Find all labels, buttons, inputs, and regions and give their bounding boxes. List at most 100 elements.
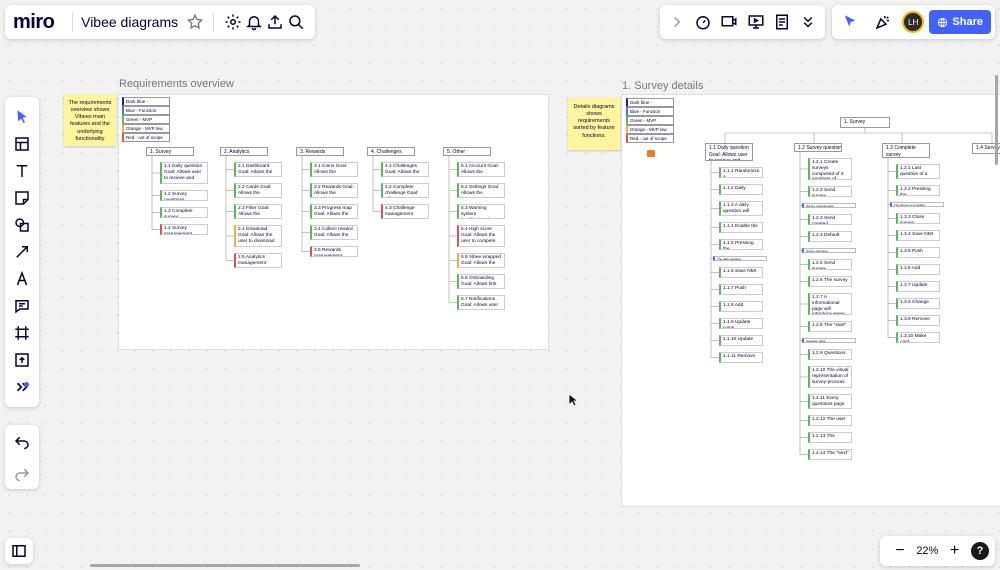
comment-tool-icon[interactable] [8, 293, 36, 320]
frame-title-requirements[interactable]: Requirements overview [119, 78, 234, 90]
orange-marker[interactable] [647, 150, 655, 157]
requirement-node[interactable]: 1.2.11 Every questions page [808, 394, 852, 409]
requirement-node[interactable]: 4.3 Challenge management [381, 204, 429, 219]
function-group-label[interactable]: Question page [802, 338, 856, 343]
requirement-node[interactable]: 1.2.14 The "next" [808, 449, 852, 460]
diagram-column-header[interactable]: 1.2 Survey questions [794, 143, 842, 152]
upload-icon[interactable] [265, 8, 286, 36]
requirement-node[interactable]: 3.2 Rewards Goal: Allows the [310, 183, 358, 198]
requirement-node[interactable]: 1.2.3 Send created [808, 214, 852, 225]
requirement-node[interactable]: 1.3.3 Close survey [896, 213, 940, 224]
requirement-node[interactable]: 1.3.9 Remove [896, 315, 940, 326]
requirement-node[interactable]: 1.2.7 A informational page will introduc… [808, 293, 852, 315]
requirement-node[interactable]: 1.1.11 Remove [719, 352, 763, 363]
legend[interactable]: Dark blue - Blue - Function Green - MVP … [626, 98, 674, 143]
requirement-node[interactable]: 1.2.8 The "start" [808, 321, 852, 332]
requirement-node[interactable]: 1.2.10 The visual representation of surv… [808, 366, 852, 388]
requirement-node[interactable]: 1.4 Survey management [160, 224, 208, 235]
frame-tool-icon[interactable] [8, 320, 36, 347]
redo-icon[interactable] [8, 459, 36, 487]
diagram-column-header[interactable]: 3. Rewards [296, 147, 344, 156]
requirement-node[interactable]: 5.5 Vibee wrapped Goal: Allows the [457, 253, 505, 268]
requirement-node[interactable]: 4.1 Challenges Goal: Allows the [381, 162, 429, 177]
select-tool-icon[interactable] [8, 103, 36, 130]
requirement-node[interactable]: 1.1.4 Enable the [719, 222, 763, 233]
chevron-right-icon[interactable] [664, 8, 690, 36]
requirement-node[interactable]: 1.1.10 Update [719, 335, 763, 346]
sticky-note-details[interactable]: Details diagrams shows requirements sort… [568, 98, 620, 150]
requirement-node[interactable]: 1.1 Daily question Goal: Allows user to … [160, 162, 208, 184]
zoom-level[interactable]: 22% [916, 545, 938, 557]
function-group-label[interactable]: Survey requirements [802, 203, 856, 208]
zoom-out-button[interactable]: − [886, 537, 914, 565]
timer-icon[interactable] [690, 8, 716, 36]
requirement-node[interactable]: 3.5 Rewards management [310, 246, 358, 257]
requirement-node[interactable]: 1.3.10 Make card [896, 332, 940, 343]
requirement-node[interactable]: 2.4 Download Goal: Allows the user to do… [234, 225, 282, 247]
requirement-node[interactable]: 1.2.6 The survey [808, 276, 852, 287]
vertical-scrollbar[interactable] [995, 75, 998, 165]
requirement-node[interactable]: 1.1.3 A daily question will contain: [719, 201, 763, 216]
present-icon[interactable] [743, 8, 769, 36]
requirement-node[interactable]: 5.3 Warning system (notifications) [457, 204, 505, 219]
requirement-node[interactable]: 1.2 Survey questions [160, 190, 208, 201]
requirement-node[interactable]: 1.2.9 Questions [808, 349, 852, 360]
table-tool-icon[interactable] [8, 130, 36, 157]
frame-requirements-overview[interactable] [119, 95, 548, 349]
requirement-node[interactable]: 2.3 Filter Goal: Allows the [234, 204, 282, 219]
board-title[interactable]: Vibee diagrams [81, 14, 178, 30]
miro-logo[interactable]: miro [13, 11, 55, 34]
function-group-label[interactable]: The survey is complete [890, 202, 944, 207]
requirement-node[interactable]: 2.5 Analytics management [234, 253, 282, 268]
text-tool-icon[interactable] [8, 157, 36, 184]
share-button[interactable]: Share [929, 10, 991, 34]
function-group-label[interactable]: Survey structure [802, 248, 856, 253]
requirement-node[interactable]: 3.3 Progress map Goal: Allows the [310, 204, 358, 219]
legend[interactable]: Dark blue - Blue - Function Green - MVP … [122, 97, 170, 142]
zoom-in-button[interactable]: + [941, 537, 969, 565]
celebrate-icon[interactable] [869, 8, 897, 36]
requirement-node[interactable]: 1.3.1 Last question of a [896, 164, 940, 179]
function-group-label[interactable]: The daily question [713, 256, 767, 261]
requirement-node[interactable]: 2.1 Dashboard Goal: Allows the [234, 162, 282, 177]
requirement-node[interactable]: 1.3.4 Save NMI [896, 230, 940, 241]
bell-icon[interactable] [243, 8, 264, 36]
avatar[interactable]: LH [902, 11, 925, 33]
requirement-node[interactable]: 1.2.4 Default [808, 231, 852, 242]
requirement-node[interactable]: 5.2 Settings Goal: Allows the [457, 183, 505, 198]
pen-tool-icon[interactable] [8, 266, 36, 293]
requirement-node[interactable]: 1.2.2 Send survey [808, 186, 852, 197]
help-button[interactable]: ? [970, 542, 989, 560]
upload-tool-icon[interactable] [8, 347, 36, 374]
requirement-node[interactable]: 5.1 Account Goal: Allows the [457, 162, 505, 177]
requirement-node[interactable]: 1.3.8 Change [896, 298, 940, 309]
requirement-node[interactable]: 5.4 High score Goal: Allows the user to … [457, 225, 505, 247]
video-icon[interactable] [716, 8, 742, 36]
board-panel-button[interactable] [5, 538, 33, 564]
search-icon[interactable] [286, 8, 307, 36]
requirement-node[interactable]: 1.3.6 Add [896, 264, 940, 275]
requirement-node[interactable]: 1.2.1 Create surveys composed of X numbe… [808, 158, 852, 180]
diagram-column-header[interactable]: 1.3 Complete survey [882, 143, 930, 158]
requirement-node[interactable]: 1.1.1 Randomize a [719, 167, 763, 178]
requirement-node[interactable]: 1.3.2 Pressing the [896, 185, 940, 196]
star-icon[interactable] [184, 8, 205, 36]
requirement-node[interactable]: 1.2.13 The [808, 432, 852, 443]
frame-title-survey-details[interactable]: 1. Survey details [622, 80, 703, 92]
diagram-column-header[interactable]: 5. Other [443, 147, 491, 156]
diagram-column-header[interactable]: 4. Challenges [367, 147, 415, 156]
cursor-tracking-icon[interactable] [836, 8, 864, 36]
notes-icon[interactable] [769, 8, 795, 36]
requirement-node[interactable]: 5.7 Notifications Goal: Allows user [457, 295, 505, 310]
undo-icon[interactable] [8, 427, 36, 455]
requirement-node[interactable]: 3.4 Collect reward Goal: Allows the [310, 225, 358, 240]
diagram-column-header[interactable]: 2. Analytics [220, 147, 268, 156]
connector-tool-icon[interactable] [8, 238, 36, 265]
requirement-node[interactable]: 3.1 Coins Goal: Allows the [310, 162, 358, 177]
requirement-node[interactable]: 1.3 Complete survey [160, 207, 208, 218]
requirement-node[interactable]: 1.1.8 Add [719, 301, 763, 312]
requirement-node[interactable]: 1.3.7 Update [896, 281, 940, 292]
requirement-node[interactable]: 2.2 Cards Goal: Allows the [234, 183, 282, 198]
horizontal-scrollbar[interactable] [90, 564, 360, 567]
requirement-node[interactable]: 1.2.5 Send survey [808, 259, 852, 270]
